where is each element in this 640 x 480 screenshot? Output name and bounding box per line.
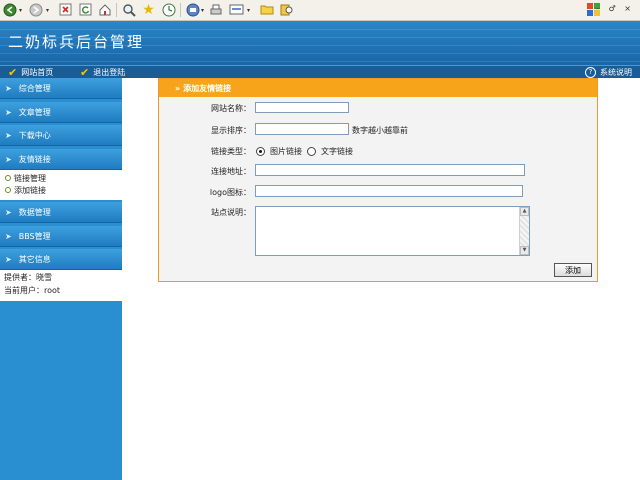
order-hint: 数字越小越靠前	[352, 126, 408, 135]
provider-info: 提供者：晓雪	[4, 273, 52, 282]
edit-icon[interactable]	[229, 2, 244, 17]
url-input[interactable]	[255, 164, 525, 176]
sidebar-item-data[interactable]: ➤ 数据管理	[0, 202, 122, 223]
add-button[interactable]: 添加	[554, 263, 592, 277]
textarea-scrollbar[interactable]: ▲ ▼	[519, 207, 529, 255]
panel-title: 添加友情链接	[183, 83, 232, 93]
order-input[interactable]	[255, 123, 349, 135]
print-icon[interactable]	[208, 2, 223, 17]
sidebar-item-label: 综合管理	[18, 83, 51, 93]
radio-selected[interactable]	[256, 147, 265, 156]
submenu-label: 添加链接	[14, 185, 46, 195]
history-icon[interactable]	[161, 2, 176, 17]
sidebar-item-general[interactable]: ➤ 综合管理	[0, 78, 122, 99]
site-name-label: 网站名称：	[211, 104, 251, 113]
chevron-down-icon[interactable]: ▾	[19, 7, 22, 14]
double-chevron-icon: »	[175, 83, 181, 93]
link-type-image-option[interactable]: 图片链接	[256, 146, 302, 157]
nav-help-label: 系统说明	[600, 67, 632, 77]
stop-icon[interactable]	[58, 2, 73, 17]
sidebar-item-label: 下载中心	[18, 130, 51, 140]
arrow-right-icon: ➤	[5, 83, 12, 93]
logo-input[interactable]	[255, 185, 523, 197]
radio-unselected[interactable]	[307, 147, 316, 156]
sidebar: ➤ 综合管理 ➤ 文章管理 ➤ 下载中心 ➤ 友情链接 链接管理 添加链接 ➤ …	[0, 78, 122, 480]
nav-help-link[interactable]: ? 系统说明	[585, 66, 632, 78]
current-user-info: 当前用户：root	[4, 286, 61, 295]
sidebar-item-label: BBS管理	[18, 231, 51, 241]
nav-home-link[interactable]: ✔ 网站首页	[8, 66, 53, 78]
nav-logout-link[interactable]: ✔ 退出登陆	[80, 66, 125, 78]
logo-label: logo图标：	[209, 188, 251, 197]
submenu-label: 链接管理	[14, 173, 46, 183]
link-type-label: 链接类型：	[211, 147, 251, 156]
folder-icon[interactable]	[259, 2, 274, 17]
sidebar-item-label: 其它信息	[18, 254, 51, 264]
chevron-down-icon[interactable]: ▾	[247, 7, 250, 14]
home-icon[interactable]	[97, 2, 112, 17]
sidebar-item-label: 友情链接	[18, 154, 51, 164]
bullet-icon	[5, 187, 11, 193]
nav-home-label: 网站首页	[21, 67, 54, 77]
mail-icon[interactable]	[185, 2, 200, 17]
scroll-up-icon[interactable]: ▲	[520, 207, 529, 216]
add-button-label: 添加	[565, 265, 581, 275]
help-icon: ?	[585, 66, 596, 78]
chevron-down-icon[interactable]: ▾	[46, 7, 49, 14]
arrow-right-icon: ➤	[5, 254, 12, 264]
refresh-icon[interactable]	[78, 2, 93, 17]
checkmark-icon: ✔	[80, 65, 90, 79]
site-name-input[interactable]	[255, 102, 349, 113]
sidebar-item-other[interactable]: ➤ 其它信息	[0, 249, 122, 270]
window-controls[interactable]: – ♂ ×	[596, 4, 634, 13]
nav-logout-label: 退出登陆	[93, 67, 126, 77]
sidebar-item-links[interactable]: ➤ 友情链接	[0, 149, 122, 170]
research-icon[interactable]	[279, 2, 294, 17]
site-title: 二奶标兵后台管理	[8, 33, 145, 51]
sidebar-item-bbs[interactable]: ➤ BBS管理	[0, 226, 122, 247]
arrow-right-icon: ➤	[5, 231, 12, 241]
order-label: 显示排序：	[211, 126, 251, 135]
toolbar-separator	[180, 3, 181, 17]
browser-toolbar: ▾ ▾ ★ ▾ ▾ – ♂ ×	[0, 0, 640, 21]
toolbar-separator	[116, 3, 117, 17]
info-box: 提供者：晓雪 当前用户：root	[0, 270, 122, 301]
add-link-panel: » 添加友情链接 网站名称： 显示排序： 数字越小越靠前 链接类型： 图片链接 …	[158, 78, 598, 282]
favorites-icon[interactable]: ★	[141, 2, 156, 17]
radio-label: 文字链接	[321, 147, 353, 156]
arrow-right-icon: ➤	[5, 107, 12, 117]
back-icon[interactable]	[2, 2, 17, 17]
arrow-right-icon: ➤	[5, 207, 12, 217]
links-submenu: 链接管理 添加链接	[0, 170, 122, 200]
checkmark-icon: ✔	[8, 65, 18, 79]
url-label: 连接地址：	[211, 167, 251, 176]
arrow-right-icon: ➤	[5, 130, 12, 140]
radio-label: 图片链接	[270, 147, 302, 156]
forward-icon[interactable]	[28, 2, 43, 17]
sidebar-item-label: 数据管理	[18, 207, 51, 217]
arrow-right-icon: ➤	[5, 154, 12, 164]
submenu-link-add[interactable]: 添加链接	[0, 184, 122, 196]
chevron-down-icon[interactable]: ▾	[201, 7, 204, 14]
description-textarea[interactable]: ▲ ▼	[255, 206, 530, 256]
panel-header: » 添加友情链接	[159, 79, 597, 97]
header-banner: 二奶标兵后台管理	[0, 21, 640, 65]
link-type-text-option[interactable]: 文字链接	[307, 146, 353, 157]
sidebar-item-downloads[interactable]: ➤ 下载中心	[0, 125, 122, 146]
description-label: 站点说明：	[211, 208, 251, 217]
search-icon[interactable]	[121, 2, 136, 17]
top-nav: ✔ 网站首页 ✔ 退出登陆 ? 系统说明	[0, 65, 640, 78]
sidebar-item-label: 文章管理	[18, 107, 51, 117]
sidebar-item-articles[interactable]: ➤ 文章管理	[0, 102, 122, 123]
submenu-link-manage[interactable]: 链接管理	[0, 172, 122, 184]
bullet-icon	[5, 175, 11, 181]
scroll-down-icon[interactable]: ▼	[520, 246, 529, 255]
